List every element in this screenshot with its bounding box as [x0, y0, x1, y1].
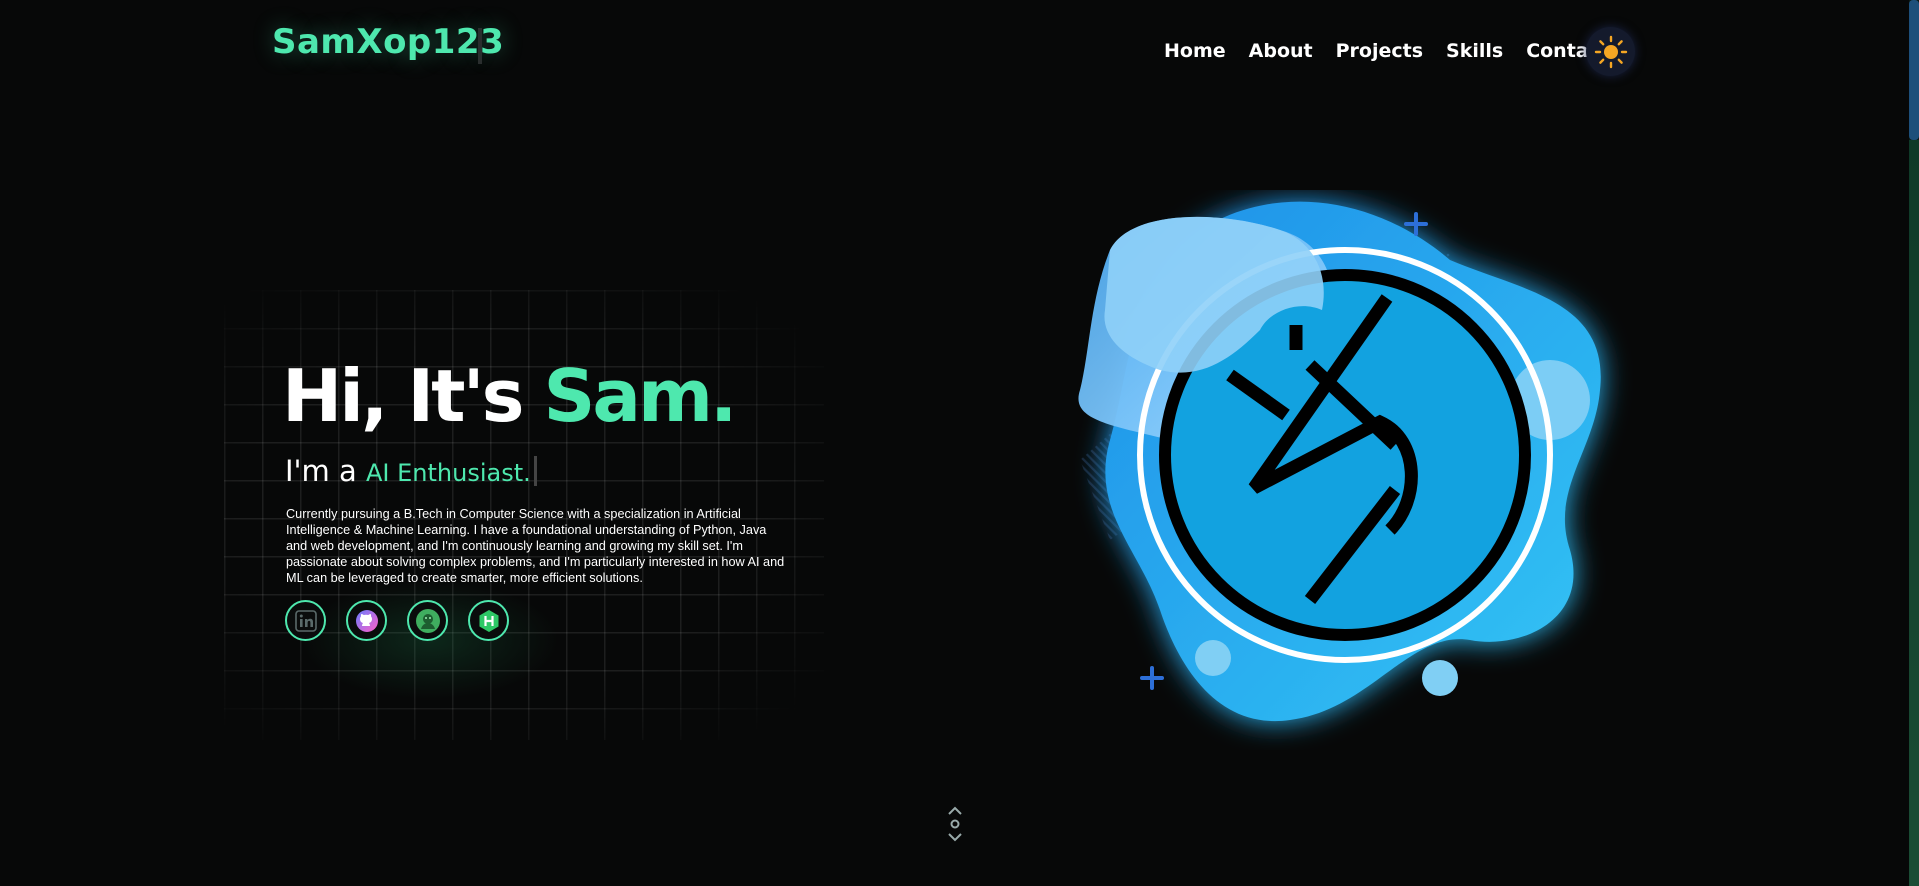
theme-toggle-button[interactable]: [1586, 27, 1635, 76]
social-links: [285, 600, 509, 641]
hero-avatar: [1050, 190, 1650, 750]
github-icon: [355, 609, 378, 632]
nav-skills[interactable]: Skills: [1446, 40, 1503, 62]
hero-title: Hi, It's Sam.: [282, 354, 738, 438]
scrollbar-thumb[interactable]: [1909, 0, 1919, 140]
scrollbar-track-fill: [1909, 140, 1919, 886]
hero-bio: Currently pursuing a B.Tech in Computer …: [286, 507, 785, 585]
main-nav: Home About Projects Skills Contact: [1164, 40, 1632, 62]
sun-icon: [1594, 35, 1627, 68]
scrollbar[interactable]: [1909, 0, 1919, 886]
scroll-down-icon: [948, 806, 962, 842]
bubble: [1195, 640, 1231, 676]
linkedin-link[interactable]: [285, 600, 326, 641]
hackerrank-icon: [479, 609, 498, 632]
hero-name: Sam.: [543, 354, 738, 438]
hackerrank-link[interactable]: [468, 600, 509, 641]
role-prefix: I'm a: [285, 454, 366, 488]
avatar-illustration: [1078, 201, 1601, 722]
site-logo[interactable]: SamXop123: [272, 22, 504, 62]
github-link[interactable]: [346, 600, 387, 641]
hero-subtitle: I'm a AI Enthusiast.: [285, 454, 537, 488]
leetcode-link[interactable]: [407, 600, 448, 641]
hero-greeting: Hi, It's: [282, 354, 544, 438]
typing-cursor: [533, 456, 537, 486]
linkedin-icon: [294, 609, 317, 632]
typing-cursor: [478, 28, 482, 64]
bubble: [1422, 660, 1458, 696]
scroll-down-button[interactable]: [943, 805, 967, 843]
nav-projects[interactable]: Projects: [1336, 40, 1423, 62]
nav-about[interactable]: About: [1249, 40, 1313, 62]
nav-home[interactable]: Home: [1164, 40, 1226, 62]
role-text: AI Enthusiast.: [365, 459, 531, 487]
leetcode-icon: [415, 608, 440, 633]
